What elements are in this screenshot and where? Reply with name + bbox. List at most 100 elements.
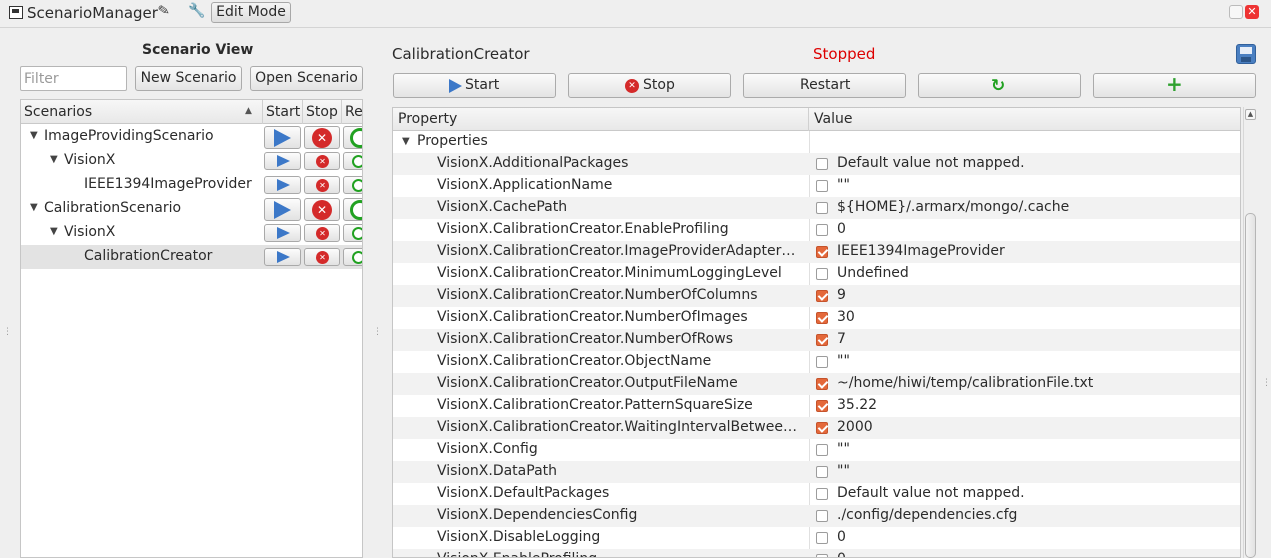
property-row[interactable]: VisionX.Config "" <box>393 439 1240 461</box>
property-checkbox[interactable] <box>816 400 828 412</box>
start-button[interactable] <box>264 152 301 170</box>
expand-arrow-icon[interactable]: ▼ <box>50 226 58 237</box>
property-checkbox[interactable] <box>816 246 828 258</box>
property-checkbox[interactable] <box>816 202 828 214</box>
property-value[interactable]: "" <box>837 177 850 193</box>
property-checkbox[interactable] <box>816 334 828 346</box>
property-value[interactable]: ./config/dependencies.cfg <box>837 507 1017 523</box>
stop-button[interactable]: ✕ <box>304 198 340 221</box>
property-value[interactable]: "" <box>837 441 850 457</box>
vertical-scrollbar[interactable]: ▲ <box>1243 107 1257 558</box>
expand-arrow-icon[interactable]: ▼ <box>30 202 38 213</box>
property-row[interactable]: VisionX.CalibrationCreator.NumberOfColum… <box>393 285 1240 307</box>
property-value[interactable]: ${HOME}/.armarx/mongo/.cache <box>837 199 1069 215</box>
property-value[interactable]: Default value not mapped. <box>837 155 1025 171</box>
expand-arrow-icon[interactable]: ▼ <box>402 136 410 147</box>
stop-button[interactable]: ✕ <box>304 126 340 149</box>
tree-row[interactable]: IEEE1394ImageProvider ✕ <box>21 173 362 197</box>
expand-arrow-icon[interactable]: ▼ <box>50 154 58 165</box>
property-row[interactable]: VisionX.AdditionalPackages Default value … <box>393 153 1240 175</box>
property-row[interactable]: VisionX.CalibrationCreator.EnableProfili… <box>393 219 1240 241</box>
edit-mode-button[interactable]: Edit Mode <box>211 2 291 23</box>
start-button[interactable] <box>264 126 301 149</box>
splitter-grip[interactable]: ⋮ <box>373 327 382 337</box>
property-row[interactable]: VisionX.CachePath ${HOME}/.armarx/mongo/.… <box>393 197 1240 219</box>
left-splitter-grip[interactable]: ⋮ <box>3 327 12 337</box>
float-window-button[interactable] <box>1229 5 1243 19</box>
start-button[interactable] <box>264 248 301 266</box>
property-checkbox[interactable] <box>816 422 828 434</box>
tree-row[interactable]: ▼ CalibrationScenario ✕ <box>21 197 362 221</box>
property-checkbox[interactable] <box>816 510 828 522</box>
open-scenario-button[interactable]: Open Scenario <box>250 66 363 91</box>
property-row[interactable]: VisionX.CalibrationCreator.WaitingInterv… <box>393 417 1240 439</box>
property-value[interactable]: ~/home/hiwi/temp/calibrationFile.txt <box>837 375 1093 391</box>
properties-group-row[interactable]: ▼ Properties <box>393 131 1240 153</box>
property-checkbox[interactable] <box>816 378 828 390</box>
column-value[interactable]: Value <box>809 108 1240 131</box>
property-row[interactable]: VisionX.CalibrationCreator.NumberOfRows 7 <box>393 329 1240 351</box>
add-button[interactable]: + <box>1093 73 1256 98</box>
tree-row[interactable]: ▼ ImageProvidingScenario ✕ <box>21 125 362 149</box>
property-row[interactable]: VisionX.EnableProfiling 0 <box>393 549 1240 557</box>
property-checkbox[interactable] <box>816 532 828 544</box>
property-value[interactable]: 0 <box>837 529 846 545</box>
column-stop[interactable]: Stop <box>303 100 342 124</box>
property-checkbox[interactable] <box>816 466 828 478</box>
property-row[interactable]: VisionX.CalibrationCreator.PatternSquare… <box>393 395 1240 417</box>
property-row[interactable]: VisionX.CalibrationCreator.OutputFileNam… <box>393 373 1240 395</box>
property-checkbox[interactable] <box>816 554 828 557</box>
restart-button[interactable] <box>343 224 362 242</box>
property-row[interactable]: VisionX.CalibrationCreator.ImageProvider… <box>393 241 1240 263</box>
property-row[interactable]: VisionX.DataPath "" <box>393 461 1240 483</box>
expand-arrow-icon[interactable]: ▼ <box>30 130 38 141</box>
property-row[interactable]: VisionX.DefaultPackages Default value not… <box>393 483 1240 505</box>
property-checkbox[interactable] <box>816 290 828 302</box>
new-scenario-button[interactable]: New Scenario <box>135 66 242 91</box>
property-value[interactable]: "" <box>837 353 850 369</box>
save-icon[interactable] <box>1236 44 1256 64</box>
stop-button[interactable]: ✕ <box>304 224 340 242</box>
close-window-button[interactable]: ✕ <box>1245 5 1259 19</box>
property-checkbox[interactable] <box>816 312 828 324</box>
property-row[interactable]: VisionX.ApplicationName "" <box>393 175 1240 197</box>
property-row[interactable]: VisionX.CalibrationCreator.MinimumLoggin… <box>393 263 1240 285</box>
property-row[interactable]: VisionX.DisableLogging 0 <box>393 527 1240 549</box>
stop-button[interactable]: ✕ <box>304 152 340 170</box>
stop-button[interactable]: ✕ <box>304 248 340 266</box>
property-checkbox[interactable] <box>816 268 828 280</box>
tree-row[interactable]: ▼ VisionX ✕ <box>21 149 362 173</box>
start-button[interactable] <box>264 176 301 194</box>
scrollbar-thumb[interactable] <box>1245 213 1256 558</box>
restart-button[interactable] <box>343 152 362 170</box>
property-value[interactable]: 7 <box>837 331 846 347</box>
restart-button[interactable] <box>343 176 362 194</box>
column-scenarios[interactable]: Scenarios <box>21 100 263 124</box>
property-value[interactable]: 0 <box>837 221 846 237</box>
start-button[interactable] <box>264 224 301 242</box>
tree-row[interactable]: ▼ VisionX ✕ <box>21 221 362 245</box>
property-value[interactable]: 9 <box>837 287 846 303</box>
start-button[interactable] <box>264 198 301 221</box>
restart-button[interactable] <box>343 198 362 221</box>
property-value[interactable]: Default value not mapped. <box>837 485 1025 501</box>
property-value[interactable]: 35.22 <box>837 397 877 413</box>
properties-table[interactable]: Property Value ▼ Properties VisionX.Addi… <box>392 107 1241 558</box>
property-checkbox[interactable] <box>816 444 828 456</box>
property-checkbox[interactable] <box>816 356 828 368</box>
property-value[interactable]: 2000 <box>837 419 873 435</box>
filter-input[interactable] <box>20 66 127 91</box>
property-value[interactable]: IEEE1394ImageProvider <box>837 243 1005 259</box>
property-value[interactable]: "" <box>837 463 850 479</box>
start-button[interactable]: Start <box>393 73 556 98</box>
column-property[interactable]: Property <box>393 108 809 131</box>
column-start[interactable]: Start <box>263 100 303 124</box>
restart-button[interactable]: Restart <box>743 73 906 98</box>
property-checkbox[interactable] <box>816 488 828 500</box>
scroll-up-arrow[interactable]: ▲ <box>1245 109 1256 120</box>
wrench-icon[interactable]: 🔧 <box>188 3 205 19</box>
tree-row[interactable]: CalibrationCreator ✕ <box>21 245 362 269</box>
property-value[interactable]: 30 <box>837 309 855 325</box>
property-row[interactable]: VisionX.DependenciesConfig ./config/depen… <box>393 505 1240 527</box>
refresh-button[interactable]: ↻ <box>918 73 1081 98</box>
